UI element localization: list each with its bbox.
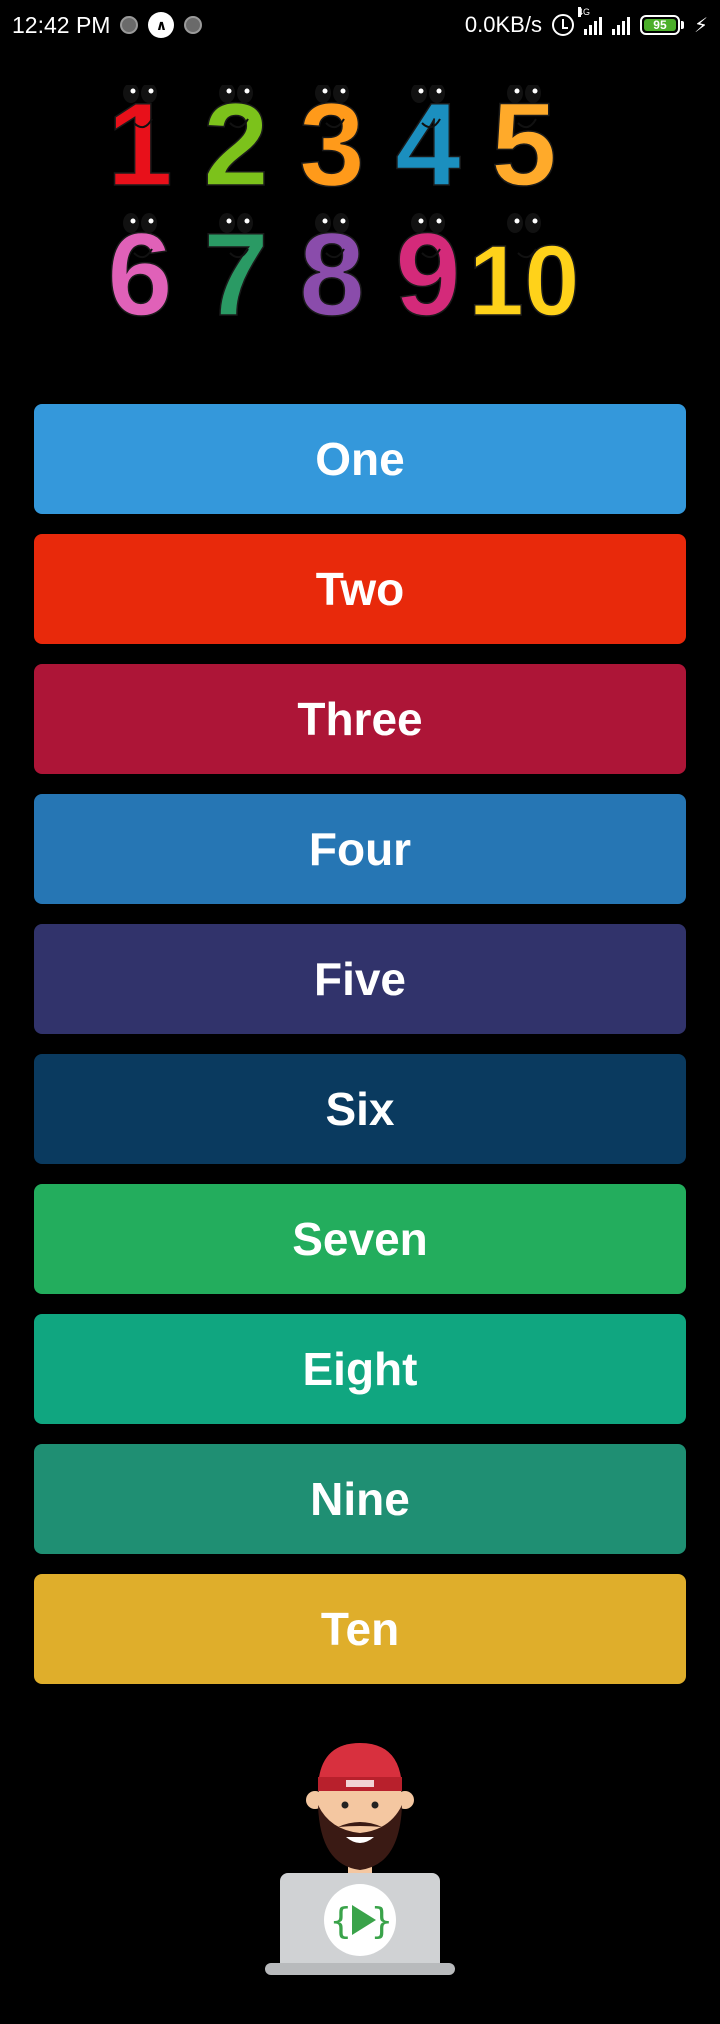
five-button[interactable]: Five xyxy=(34,924,686,1034)
svg-text:{: { xyxy=(330,1901,352,1942)
number-7-figure: 7 xyxy=(202,208,269,342)
notification-dot-icon xyxy=(184,16,203,34)
signal-icon: 4G xyxy=(577,7,602,35)
status-right: 0.0KB/s 4G 95 ⚡ xyxy=(464,7,708,38)
number-3-figure: 3 xyxy=(298,78,365,212)
svg-text:4: 4 xyxy=(395,85,461,211)
network-speed: 0.0KB/s xyxy=(464,12,542,37)
numbers-illustration: 12345 6 7 8 9 10 xyxy=(106,78,580,342)
one-button[interactable]: One xyxy=(34,404,686,514)
developer-illustration: { } xyxy=(265,1743,455,1975)
charging-icon: ⚡ xyxy=(693,14,708,37)
svg-text:3: 3 xyxy=(299,85,365,211)
svg-text:2: 2 xyxy=(203,85,269,211)
developer-avatar-image: { } xyxy=(260,1725,460,1975)
number-6-figure: 6 xyxy=(106,208,173,342)
signal-icon xyxy=(611,15,630,35)
svg-text:8: 8 xyxy=(299,209,365,335)
battery-level: 95 xyxy=(643,18,676,32)
svg-text:1: 1 xyxy=(107,85,173,211)
number-button-list: One Two Three Four Five Six Seven Eight … xyxy=(34,404,686,1704)
numbers-header-image: 12345 6 7 8 9 10 xyxy=(100,78,620,342)
number-4-figure: 4 xyxy=(394,78,461,212)
svg-text:6: 6 xyxy=(107,209,173,335)
six-button[interactable]: Six xyxy=(34,1054,686,1164)
svg-text:10: 10 xyxy=(468,225,579,335)
number-9-figure: 9 xyxy=(394,208,461,342)
battery-icon: 95 xyxy=(639,15,684,35)
alarm-icon xyxy=(551,14,574,36)
number-8-figure: 8 xyxy=(298,208,365,342)
eight-button[interactable]: Eight xyxy=(34,1314,686,1424)
two-button[interactable]: Two xyxy=(34,534,686,644)
status-bar: 12:42 PM ∧ 0.0KB/s 4G 95 ⚡ xyxy=(0,0,720,50)
svg-text:7: 7 xyxy=(203,209,269,335)
number-5-figure: 5 xyxy=(490,78,557,212)
three-button[interactable]: Three xyxy=(34,664,686,774)
svg-text:9: 9 xyxy=(395,209,461,335)
nine-button[interactable]: Nine xyxy=(34,1444,686,1554)
notification-dot-icon xyxy=(120,16,139,34)
number-1-figure: 1 xyxy=(106,78,173,212)
network-type: 4G xyxy=(577,7,590,17)
four-button[interactable]: Four xyxy=(34,794,686,904)
status-time: 12:42 PM xyxy=(12,11,111,38)
status-left: 12:42 PM ∧ xyxy=(12,11,203,39)
number-2-figure: 2 xyxy=(202,78,269,212)
svg-text:5: 5 xyxy=(491,85,557,211)
up-arrow-icon: ∧ xyxy=(148,12,175,38)
number-10-figure: 10 xyxy=(468,213,580,338)
svg-text:}: } xyxy=(371,1901,393,1942)
seven-button[interactable]: Seven xyxy=(34,1184,686,1294)
ten-button[interactable]: Ten xyxy=(34,1574,686,1684)
